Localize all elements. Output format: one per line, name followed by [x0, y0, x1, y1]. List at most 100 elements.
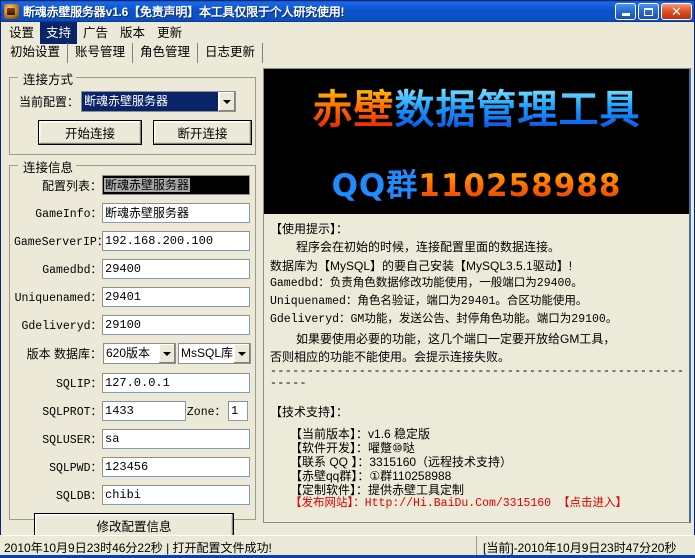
disconnect-button[interactable]: 断开连接	[153, 120, 252, 145]
minimize-icon	[622, 13, 630, 16]
support-qqgroup-key: 【赤壁qq群】：	[290, 469, 369, 483]
banner-qq-line: QQ群110258988	[264, 160, 689, 205]
config-list-box[interactable]: 断魂赤壁服务器	[102, 175, 250, 195]
menu-bar: 设置 支持 广告 版本 更新	[1, 22, 694, 42]
tab-initial-settings[interactable]: 初始设置	[3, 43, 68, 63]
version-dropdown-button[interactable]	[158, 344, 175, 363]
website-click-label[interactable]: 【点击进入】	[558, 497, 627, 510]
support-line-qq: 【联系 QQ 】：3315160（远程技术支持）	[270, 455, 689, 469]
sqlpwd-label: SQLPWD：	[14, 459, 102, 475]
close-icon: ✕	[671, 5, 682, 18]
zone-input[interactable]: 1	[228, 401, 248, 421]
window-title: 断魂赤壁服务器v1.6【免责声明】本工具仅限于个人研究使用!	[23, 3, 344, 20]
version-value: 620版本	[104, 344, 158, 363]
uniquenamed-input[interactable]: 29401	[102, 287, 250, 307]
support-title: 【技术支持】：	[270, 403, 689, 421]
banner-qq-number: 110258988	[418, 168, 621, 204]
support-qq-key: 【联系 QQ 】：	[290, 455, 369, 469]
tab-account-management[interactable]: 账号管理	[68, 43, 133, 63]
gamedbd-label: Gamedbd：	[14, 261, 102, 277]
gamedbd-input[interactable]: 29400	[102, 259, 250, 279]
sqlip-label: SQLIP：	[14, 375, 102, 391]
start-connection-button[interactable]: 开始连接	[38, 120, 142, 145]
database-dropdown-button[interactable]	[233, 344, 250, 363]
info-line-gdeliveryd: Gdeliveryd：GM功能，发送公告、封停角色功能。端口为29100。	[270, 311, 689, 329]
menu-item-settings[interactable]: 设置	[3, 20, 40, 44]
current-config-value: 断魂赤壁服务器	[82, 92, 218, 111]
tab-role-management[interactable]: 角色管理	[133, 43, 198, 63]
support-qqgroup-value: ①群110258988	[369, 469, 451, 483]
connection-method-group: 连接方式 当前配置： 断魂赤壁服务器 开始连接 断开连接	[9, 77, 256, 155]
sqluser-label: SQLUSER：	[14, 431, 102, 447]
connection-method-group-title: 连接方式	[20, 69, 76, 88]
info-line-mysql-driver: 数据库为【MySQL】的要自己安装【MySQL3.5.1驱动】!	[270, 257, 689, 275]
version-combo[interactable]: 620版本	[103, 343, 176, 364]
zone-label: Zone：	[186, 403, 228, 419]
info-line-usage-title: 【使用提示】：	[270, 220, 689, 238]
chevron-down-icon	[238, 352, 246, 356]
banner-title: 赤壁数据管理工具	[264, 85, 689, 135]
database-value: MsSQL库	[179, 344, 233, 363]
website-link-line[interactable]: 【发布网站】：Http://Hi.BaiDu.Com/3315160 【点击进入…	[270, 497, 689, 511]
sqluser-input[interactable]: sa	[102, 429, 250, 449]
support-line-qqgroup: 【赤壁qq群】：①群110258988	[270, 469, 689, 483]
close-button[interactable]: ✕	[661, 3, 692, 20]
support-version-key: 【当前版本】：	[290, 427, 368, 441]
connection-info-group-title: 连接信息	[20, 157, 76, 176]
info-panel: 赤壁数据管理工具 QQ群110258988 【使用提示】： 程序会在初始的时候，…	[263, 68, 691, 523]
info-line-failure-note: 否则相应的功能不能使用。会提示连接失败。	[270, 348, 689, 366]
config-list-label: 配置列表：	[14, 177, 102, 194]
gameserverip-label: GameServerIP：	[14, 233, 102, 249]
banner-title-part2: 数据管理工具	[395, 87, 641, 133]
connection-info-group: 连接信息 配置列表： 断魂赤壁服务器 GameInfo： 断魂赤壁服务器 Gam…	[9, 165, 256, 520]
sqlprot-label: SQLPROT：	[14, 403, 102, 419]
gameinfo-input[interactable]: 断魂赤壁服务器	[102, 203, 250, 223]
support-line-custom: 【定制软件】：提供赤壁工具定制	[270, 483, 689, 497]
minimize-button[interactable]	[615, 3, 636, 20]
sqldb-label: SQLDB：	[14, 487, 102, 503]
current-config-combo[interactable]: 断魂赤壁服务器	[81, 91, 236, 112]
current-config-label: 当前配置：	[19, 93, 79, 110]
chevron-down-icon	[163, 352, 171, 356]
main-content: 连接方式 当前配置： 断魂赤壁服务器 开始连接 断开连接 连接信息 配置列表： …	[1, 63, 694, 530]
banner-title-part1: 赤壁	[313, 87, 395, 133]
banner-qq-label: QQ群	[332, 168, 419, 204]
chevron-down-icon	[223, 100, 231, 104]
config-list-selected-item[interactable]: 断魂赤壁服务器	[104, 178, 190, 192]
support-line-developer: 【软件开发】：嚁蹩⑩哒	[270, 441, 689, 455]
info-line-uniquenamed: Uniquenamed：角色名验证，端口为29401。合区功能使用。	[270, 293, 689, 311]
tab-strip: 初始设置 账号管理 角色管理 日志更新	[1, 42, 694, 63]
sqlpwd-input[interactable]: 123456	[102, 457, 250, 477]
sqldb-input[interactable]: chibi	[102, 485, 250, 505]
support-version-value: v1.6 稳定版	[368, 427, 430, 441]
tab-log-update[interactable]: 日志更新	[198, 43, 263, 63]
gdeliveryd-label: Gdeliveryd：	[14, 317, 102, 333]
banner-image: 赤壁数据管理工具 QQ群110258988	[264, 69, 689, 214]
website-url[interactable]: Http://Hi.BaiDu.Com/3315160	[365, 497, 551, 510]
menu-item-ads[interactable]: 广告	[77, 20, 114, 44]
info-line-gamedbd: Gamedbd：负责角色数据修改功能使用，一般端口为29400。	[270, 275, 689, 293]
window-titlebar[interactable]: 断魂赤壁服务器v1.6【免责声明】本工具仅限于个人研究使用! ✕	[1, 1, 694, 22]
support-custom-key: 【定制软件】：	[290, 483, 368, 497]
gameinfo-label: GameInfo：	[14, 205, 102, 221]
gameserverip-input[interactable]: 192.168.200.100	[102, 231, 250, 251]
support-line-version: 【当前版本】：v1.6 稳定版	[270, 427, 689, 441]
menu-item-update[interactable]: 更新	[151, 20, 188, 44]
current-config-dropdown-button[interactable]	[218, 92, 235, 111]
gdeliveryd-input[interactable]: 29100	[102, 315, 250, 335]
maximize-button[interactable]	[638, 3, 659, 20]
sqlprot-input[interactable]: 1433	[102, 401, 186, 421]
support-developer-key: 【软件开发】：	[290, 441, 368, 455]
info-text-body: 【使用提示】： 程序会在初始的时候，连接配置里面的数据连接。 数据库为【MySQ…	[264, 214, 689, 511]
sqlip-input[interactable]: 127.0.0.1	[102, 373, 250, 393]
info-line-ports-note: 如果要使用必要的功能，这几个端口一定要开放给GM工具，	[270, 330, 689, 348]
window-controls: ✕	[615, 3, 692, 20]
database-combo[interactable]: MsSQL库	[178, 343, 251, 364]
support-qq-value: 3315160（远程技术支持）	[369, 455, 512, 469]
app-icon	[4, 4, 19, 19]
version-db-label: 版本 数据库：	[14, 345, 102, 362]
website-key: 【发布网站】：	[290, 497, 365, 510]
menu-item-version[interactable]: 版本	[114, 20, 151, 44]
support-developer-value: 嚁蹩⑩哒	[368, 441, 415, 455]
menu-item-support[interactable]: 支持	[40, 20, 77, 44]
